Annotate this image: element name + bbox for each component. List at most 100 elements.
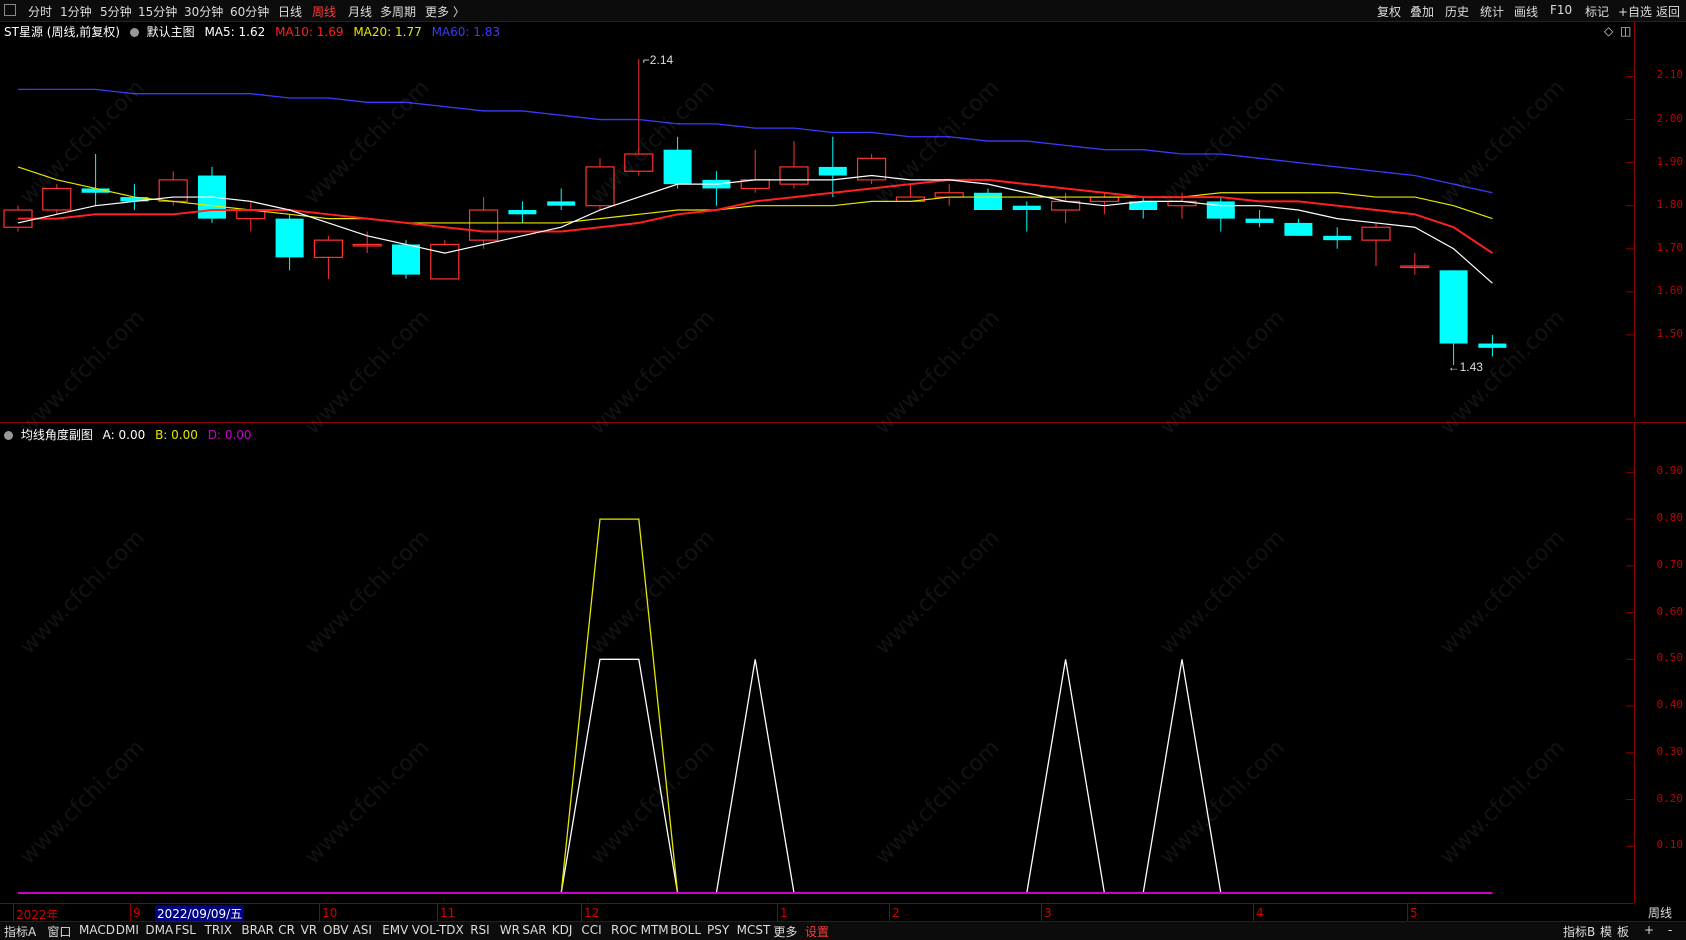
indicator-tab-24[interactable]: 更多 [773, 923, 797, 940]
price-axis: 2.10 2.00 1.90 1.80 1.70 1.60 1.50 [1634, 22, 1686, 418]
candle-body-up [934, 192, 964, 198]
bottom-ctrl-4[interactable]: - [1668, 923, 1672, 937]
price-tick: 1.90 [1656, 154, 1684, 168]
date-tick-mark [889, 904, 890, 922]
tool-3[interactable]: 统计 [1480, 3, 1504, 20]
period-toolbar: 分时 1分钟 5分钟 15分钟 30分钟 60分钟 日线 周线 月线 多周期 更多 〉 复权 叠加 历史… [0, 0, 1686, 22]
candle-body-down [275, 218, 304, 258]
indicator-tab-23[interactable]: MCST [737, 923, 771, 937]
candle-body-up [1089, 196, 1120, 202]
series-b-line [18, 518, 1493, 894]
candle-body-down [974, 192, 1002, 210]
candle-body-down [1323, 235, 1352, 241]
tool-7[interactable]: +自选 [1618, 3, 1652, 20]
window-icon[interactable] [4, 4, 16, 16]
candlestick-chart[interactable]: ⌐2.14 ←1.43 [0, 22, 1634, 418]
indicator-tab-21[interactable]: BOLL [670, 923, 701, 937]
bottom-ctrl-2[interactable]: 板 [1617, 923, 1629, 940]
indicator-tab-6[interactable]: TRIX [205, 923, 232, 937]
indicator-tab-17[interactable]: KDJ [552, 923, 573, 937]
indicator-tab-12[interactable]: EMV [382, 923, 408, 937]
indicator-tab-16[interactable]: SAR [522, 923, 546, 937]
candle-body-down [508, 210, 537, 215]
indicator-tab-7[interactable]: BRAR [241, 923, 274, 937]
candle-body-up [313, 239, 343, 258]
date-tick: 12 [584, 906, 600, 920]
indicator-tab-13[interactable]: VOL-TDX [412, 923, 464, 937]
period-tab-5[interactable]: 60分钟 [230, 3, 269, 20]
tool-2[interactable]: 历史 [1445, 3, 1469, 20]
candle-body-down [818, 166, 847, 176]
b-value: B: 0.00 [155, 428, 198, 442]
price-tick: 1.80 [1656, 197, 1684, 211]
bottom-ctrl-1[interactable]: 模 [1600, 923, 1612, 940]
indicator-tab-9[interactable]: VR [301, 923, 318, 937]
indicator-tab-1[interactable]: 窗口 [47, 923, 71, 940]
indicator-tick: 0.60 [1656, 604, 1684, 618]
tool-6[interactable]: 标记 [1585, 3, 1609, 20]
sub-chart-title: 均线角度副图 A: 0.00 B: 0.00 D: 0.00 [4, 426, 258, 442]
candle-body-up [352, 243, 382, 247]
period-tab-6[interactable]: 日线 [278, 3, 302, 20]
period-tab-0[interactable]: 分时 [28, 3, 52, 20]
indicator-tab-25[interactable]: 设置 [805, 923, 829, 940]
indicator-tab-11[interactable]: ASI [353, 923, 372, 937]
bottom-ctrl-3[interactable]: + [1644, 923, 1654, 937]
period-tab-1[interactable]: 1分钟 [60, 3, 92, 20]
indicator-tab-22[interactable]: PSY [707, 923, 729, 937]
indicator-tab-15[interactable]: WR [500, 923, 520, 937]
dropdown-icon[interactable] [4, 431, 13, 440]
candle-body-down [1439, 270, 1468, 344]
date-tick-mark [319, 904, 320, 922]
date-tick: 3 [1044, 906, 1052, 920]
period-tab-9[interactable]: 多周期 [380, 3, 416, 20]
period-tab-8[interactable]: 月线 [348, 3, 372, 20]
candle-body-up [1400, 265, 1430, 269]
date-tick: 9 [133, 906, 141, 920]
candle-body-down [547, 201, 576, 206]
indicator-tab-20[interactable]: MTM [641, 923, 669, 937]
candle-body-up [1361, 226, 1391, 241]
date-tick-mark [581, 904, 582, 922]
date-tick-mark [437, 904, 438, 922]
indicator-tab-18[interactable]: CCI [581, 923, 601, 937]
candle-body-up [430, 243, 460, 280]
indicator-tab-10[interactable]: OBV [323, 923, 349, 937]
candle-body-up [42, 187, 72, 211]
candle-body-down [1478, 343, 1507, 348]
period-tab-2[interactable]: 5分钟 [100, 3, 132, 20]
indicator-tab-8[interactable]: CR [278, 923, 295, 937]
tool-1[interactable]: 叠加 [1410, 3, 1434, 20]
indicator-tab-0[interactable]: 指标A [4, 923, 36, 940]
date-tick-mark [777, 904, 778, 922]
price-tick: 1.50 [1656, 326, 1684, 340]
tool-8[interactable]: 返回 [1656, 3, 1680, 20]
tool-0[interactable]: 复权 [1377, 3, 1401, 20]
panel-divider[interactable] [0, 422, 1686, 423]
indicator-tab-4[interactable]: DMA [145, 923, 173, 937]
candle-body-down [1245, 218, 1274, 223]
indicator-tick: 0.90 [1656, 464, 1684, 478]
indicator-axis: 0.90 0.80 0.70 0.60 0.50 0.40 0.30 0.20 0.10 [1634, 423, 1686, 903]
candle-body-up [779, 166, 809, 185]
indicator-chart[interactable] [0, 443, 1634, 903]
indicator-name[interactable]: 均线角度副图 [21, 428, 93, 442]
candle-body-down [663, 149, 692, 185]
tool-4[interactable]: 画线 [1514, 3, 1538, 20]
indicator-tab-5[interactable]: FSL [175, 923, 196, 937]
selected-date: 2022/09/09/五 [155, 905, 245, 922]
date-axis: 2022/09/09/五 2022年 9 10 11 12 1 2 3 4 5 [0, 903, 1634, 922]
period-tab-10[interactable]: 更多 〉 [425, 3, 465, 20]
period-tab-3[interactable]: 15分钟 [138, 3, 177, 20]
indicator-tab-14[interactable]: RSI [470, 923, 490, 937]
period-tab-4[interactable]: 30分钟 [184, 3, 223, 20]
period-tab-7[interactable]: 周线 [312, 3, 336, 20]
high-annotation: ⌐2.14 [643, 53, 674, 67]
indicator-toolbar: 指标A 窗口 MACD DMI DMA FSL TRIX BRAR CR VR OBV ASI EMV V… [0, 921, 1686, 940]
bottom-ctrl-0[interactable]: 指标B [1563, 923, 1595, 940]
indicator-tab-2[interactable]: MACD [79, 923, 115, 937]
indicator-tab-3[interactable]: DMI [116, 923, 139, 937]
indicator-tab-19[interactable]: ROC [611, 923, 637, 937]
tool-5[interactable]: F10 [1550, 3, 1572, 17]
a-value: A: 0.00 [102, 428, 146, 442]
